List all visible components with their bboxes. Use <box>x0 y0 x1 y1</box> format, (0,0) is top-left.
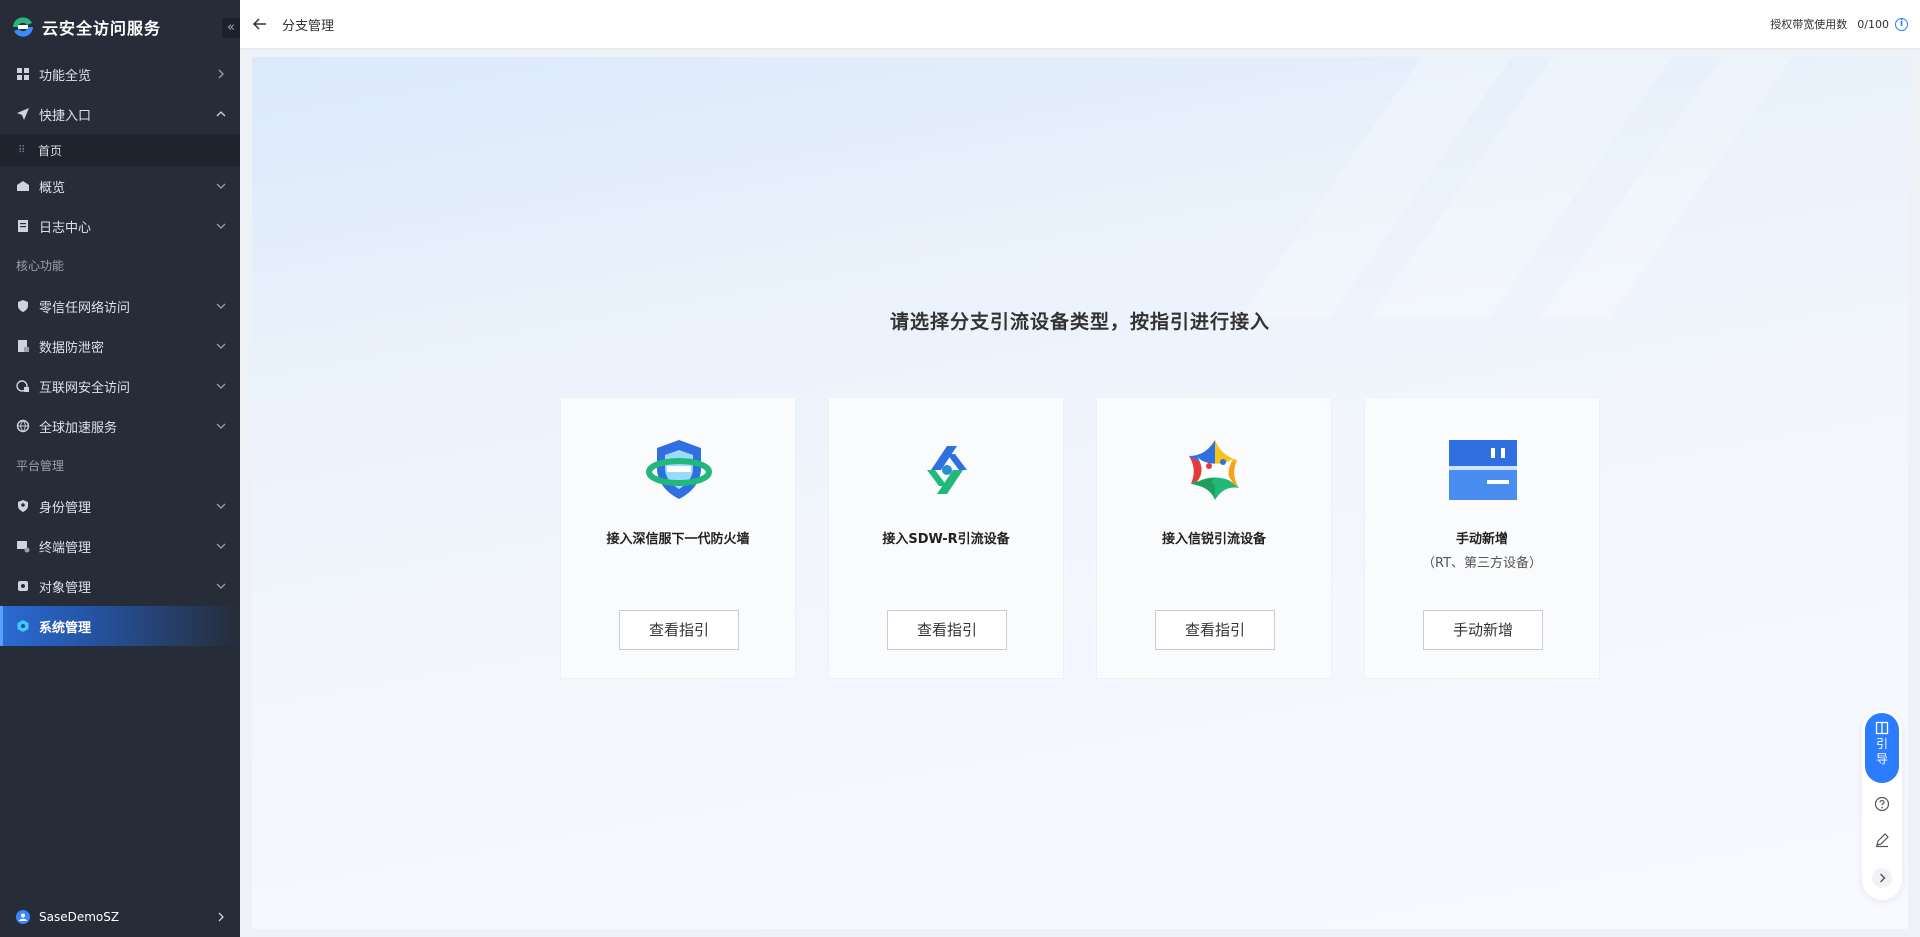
main-panel: 请选择分支引流设备类型，按指引进行接入 接入深信服下一代防火墙 查看指引 接入S… <box>252 57 1908 929</box>
back-arrow-icon[interactable] <box>252 16 268 32</box>
quota-label: 授权带宽使用数 <box>1770 18 1848 31</box>
chevron-down-icon <box>216 423 226 429</box>
view-guide-button[interactable]: 查看指引 <box>887 610 1007 650</box>
send-icon <box>17 108 29 120</box>
card-sangfor-firewall: 接入深信服下一代防火墙 查看指引 <box>560 397 796 679</box>
sidebar-item-label: 数据防泄密 <box>39 340 105 356</box>
sidebar-subitem-home[interactable]: ⠿ 首页 <box>0 134 240 166</box>
quota-value: 0/100 <box>1857 17 1889 31</box>
chevron-down-icon <box>216 223 226 229</box>
sundray-network-icon <box>1189 440 1239 500</box>
app-logo-icon <box>13 17 33 37</box>
help-icon[interactable] <box>1874 796 1890 812</box>
sidebar-item-label: 日志中心 <box>39 220 92 236</box>
drag-handle-icon: ⠿ <box>18 144 25 156</box>
globe-icon <box>16 419 30 433</box>
floating-toolbar: 引导 <box>1862 710 1902 900</box>
chevron-down-icon <box>216 383 226 389</box>
sidebar-item-label: 全球加速服务 <box>39 420 118 436</box>
sidebar-item-dashboard[interactable]: 概览 <box>0 166 240 206</box>
card-title: 手动新增 <box>1455 532 1508 547</box>
guide-button[interactable]: 引导 <box>1865 713 1899 783</box>
chevron-down-icon <box>216 583 226 589</box>
chevron-right-icon <box>218 912 224 922</box>
chevron-up-icon <box>216 111 226 117</box>
sidebar-item-label: 概览 <box>39 180 66 196</box>
sidebar-item-label: 零信任网络访问 <box>39 300 131 316</box>
card-sundray-device: 接入信锐引流设备 查看指引 <box>1096 397 1332 679</box>
sidebar-item-label: 首页 <box>38 143 63 158</box>
firewall-shield-icon <box>646 440 712 499</box>
main-title: 请选择分支引流设备类型，按指引进行接入 <box>889 311 1270 333</box>
chevron-down-icon <box>216 503 226 509</box>
card-title: 接入深信服下一代防火墙 <box>606 532 750 547</box>
card-title: 接入信锐引流设备 <box>1161 532 1266 547</box>
shield-icon <box>18 300 28 312</box>
view-guide-button[interactable]: 查看指引 <box>1155 610 1275 650</box>
chevron-down-icon <box>216 183 226 189</box>
sidebar-item-log-center[interactable]: 日志中心 <box>0 206 240 246</box>
section-label-platform: 平台管理 <box>16 459 65 473</box>
sidebar-item-label: 快捷入口 <box>39 108 92 124</box>
username: SaseDemoSZ <box>39 910 120 924</box>
user-icon <box>19 913 27 921</box>
sidebar-item-objects[interactable]: 对象管理 <box>0 566 240 606</box>
cube-icon <box>18 581 28 591</box>
chevron-down-icon <box>216 343 226 349</box>
card-title: 接入SDW-R引流设备 <box>882 532 1010 547</box>
chevron-down-icon <box>216 543 226 549</box>
globe-lock-icon <box>16 380 29 392</box>
avatar <box>16 910 30 924</box>
dashboard-icon <box>17 181 29 191</box>
sidebar-item-dlp[interactable]: 数据防泄密 <box>0 326 240 366</box>
chevron-right-icon[interactable] <box>1872 868 1892 888</box>
info-icon[interactable]: i <box>1895 17 1908 31</box>
sidebar-item-system[interactable]: 系统管理 <box>0 606 240 646</box>
sidebar-item-label: 功能全览 <box>39 68 92 84</box>
app-name: 云安全访问服务 <box>42 19 162 38</box>
view-guide-button[interactable]: 查看指引 <box>619 610 739 650</box>
book-icon <box>1875 721 1889 735</box>
monitor-gear-icon <box>17 541 30 553</box>
sidebar-item-label: 终端管理 <box>39 540 92 556</box>
server-device-icon <box>1449 440 1517 500</box>
log-icon <box>18 220 28 232</box>
collapse-sidebar-button[interactable]: « <box>222 18 240 38</box>
sidebar-item-label: 互联网安全访问 <box>39 380 131 396</box>
card-manual-add: 手动新增 （RT、第三方设备） 手动新增 <box>1364 397 1600 679</box>
hexagon-gear-icon <box>17 620 29 632</box>
card-subtitle: （RT、第三方设备） <box>1421 556 1543 571</box>
sidebar-item-shortcuts[interactable]: 快捷入口 <box>0 94 240 134</box>
top-header: 分支管理 授权带宽使用数 0/100 i <box>240 0 1920 48</box>
sidebar-item-global-acceleration[interactable]: 全球加速服务 <box>0 406 240 446</box>
sidebar-item-ztna[interactable]: 零信任网络访问 <box>0 286 240 326</box>
sidebar-item-label: 对象管理 <box>39 580 92 596</box>
user-menu[interactable]: SaseDemoSZ <box>0 897 240 937</box>
card-sdwr-device: 接入SDW-R引流设备 查看指引 <box>828 397 1064 679</box>
sidebar-item-identity[interactable]: 身份管理 <box>0 486 240 526</box>
device-type-cards: 接入深信服下一代防火墙 查看指引 接入SDW-R引流设备 查看指引 接入信锐引流… <box>560 397 1600 679</box>
section-label-core: 核心功能 <box>16 259 65 273</box>
guide-label: 引导 <box>1875 737 1888 766</box>
sidebar-item-endpoint[interactable]: 终端管理 <box>0 526 240 566</box>
chevron-down-icon <box>216 303 226 309</box>
page-title: 分支管理 <box>282 18 335 34</box>
chevron-right-icon <box>218 69 224 79</box>
manual-add-button[interactable]: 手动新增 <box>1423 610 1543 650</box>
sidebar-item-label: 系统管理 <box>39 620 92 636</box>
bandwidth-quota: 授权带宽使用数 0/100 i <box>1770 16 1908 32</box>
sdwan-link-icon <box>927 446 967 494</box>
sidebar-item-swg[interactable]: 互联网安全访问 <box>0 366 240 406</box>
brand: 云安全访问服务 « <box>0 0 240 54</box>
edit-icon[interactable] <box>1874 832 1890 848</box>
sidebar-item-overview-all[interactable]: 功能全览 <box>0 54 240 94</box>
user-shield-icon <box>18 500 28 512</box>
sidebar-item-label: 身份管理 <box>39 500 92 516</box>
document-lock-icon <box>18 340 29 352</box>
grid-icon <box>17 68 29 80</box>
sidebar: 云安全访问服务 « 功能全览 快捷入口 ⠿ 首页 概览 日志中心 核心功能 零信… <box>0 0 240 937</box>
